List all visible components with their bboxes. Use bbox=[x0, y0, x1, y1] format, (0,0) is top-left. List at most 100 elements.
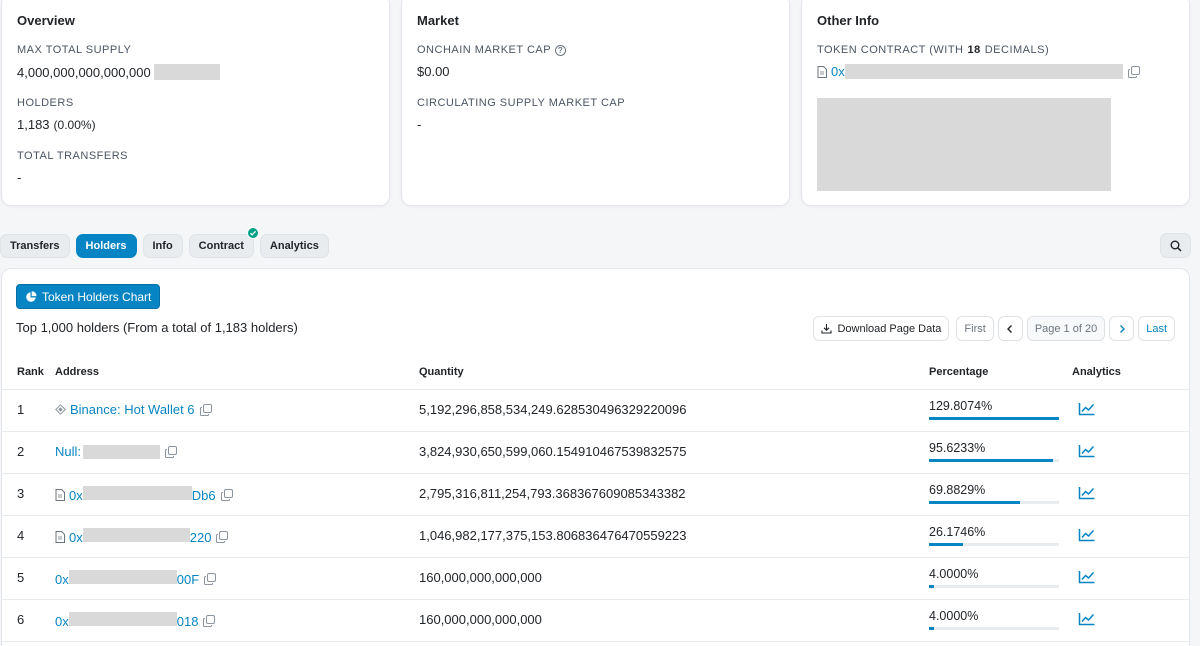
token-holders-chart-button[interactable]: Token Holders Chart bbox=[16, 284, 161, 309]
percentage-value: 69.8829% bbox=[929, 483, 986, 497]
analytics-cell bbox=[1078, 444, 1096, 458]
last-page-button[interactable]: Last bbox=[1138, 316, 1175, 341]
percentage-value: 129.8074% bbox=[929, 399, 993, 413]
exchange-icon bbox=[55, 404, 66, 415]
rank-cell: 1 bbox=[17, 402, 25, 417]
table-row: 3 0x Db6 2,795,316,811,254,793.3683676090… bbox=[2, 474, 1189, 516]
transfers-label: TOTAL TRANSFERS bbox=[17, 150, 129, 162]
address-prefix: 0x bbox=[55, 614, 69, 629]
max-supply-stat: MAX TOTAL SUPPLY 4,000,000,000,000,000 bbox=[17, 44, 220, 80]
chart-button-label: Token Holders Chart bbox=[42, 289, 152, 304]
search-button[interactable] bbox=[1160, 233, 1191, 258]
tab-info[interactable]: Info bbox=[142, 234, 183, 258]
table-row: 2 Null: 3,824,930,650,599,060.1549104675… bbox=[2, 432, 1189, 474]
address-cell: 0x Db6 bbox=[55, 486, 233, 503]
copy-icon[interactable] bbox=[203, 614, 216, 627]
copy-icon[interactable] bbox=[204, 572, 217, 585]
address-prefix: 0x bbox=[69, 488, 83, 503]
file-icon bbox=[817, 65, 827, 78]
address-link[interactable]: 0x Db6 bbox=[69, 486, 216, 503]
percentage-bar bbox=[929, 585, 1059, 588]
redacted-contract bbox=[844, 64, 1123, 79]
onchain-cap-value: $0.00 bbox=[417, 64, 450, 79]
redacted-address bbox=[68, 612, 177, 626]
max-supply-number: 4,000,000,000,000,000 bbox=[17, 64, 151, 80]
redacted-address bbox=[82, 486, 192, 500]
tab-transfers[interactable]: Transfers bbox=[0, 234, 70, 258]
percentage-value: 4.0000% bbox=[929, 609, 979, 623]
address-link[interactable]: Binance: Hot Wallet 6 bbox=[70, 402, 195, 417]
analytics-chart-icon[interactable] bbox=[1078, 612, 1096, 626]
next-page-button[interactable] bbox=[1109, 316, 1135, 341]
market-title: Market bbox=[417, 13, 459, 28]
address-link[interactable]: 0x 00F bbox=[55, 570, 199, 587]
token-contract-stat: TOKEN CONTRACT (WITH 18 DECIMALS) 0x bbox=[817, 44, 1140, 79]
holders-value: 1,183 (0.00%) bbox=[17, 117, 96, 132]
analytics-chart-icon[interactable] bbox=[1078, 570, 1096, 584]
token-contract-link[interactable]: 0x bbox=[831, 64, 845, 79]
table-row: 4 0x 220 1,046,982,177,375,153.8068364764… bbox=[2, 516, 1189, 558]
address-prefix: 0x bbox=[69, 530, 83, 545]
percentage-cell: 69.8829% bbox=[929, 478, 1059, 504]
copy-icon[interactable] bbox=[165, 445, 178, 458]
rank-cell: 4 bbox=[17, 528, 25, 543]
analytics-chart-icon[interactable] bbox=[1078, 486, 1096, 500]
address-cell: 0x 018 bbox=[55, 612, 216, 629]
analytics-cell bbox=[1078, 486, 1096, 500]
copy-icon[interactable] bbox=[220, 488, 233, 501]
quantity-cell: 2,795,316,811,254,793.368367609085343382 bbox=[419, 486, 686, 501]
rank-cell: 6 bbox=[17, 612, 25, 627]
holders-number: 1,183 bbox=[17, 117, 50, 132]
circ-cap-label: CIRCULATING SUPPLY MARKET CAP bbox=[417, 97, 626, 109]
chevron-right-icon bbox=[1119, 324, 1125, 333]
analytics-chart-icon[interactable] bbox=[1078, 528, 1096, 542]
overview-title: Overview bbox=[17, 13, 75, 28]
first-page-button[interactable]: First bbox=[956, 316, 994, 341]
address-link[interactable]: 0x 220 bbox=[69, 528, 211, 545]
percentage-bar-fill bbox=[929, 459, 1054, 462]
table-row: 5 0x 00F 160,000,000,000,000 4.0000% bbox=[2, 558, 1189, 600]
copy-icon[interactable] bbox=[216, 530, 229, 543]
question-icon[interactable]: ? bbox=[555, 44, 567, 56]
percentage-bar bbox=[929, 501, 1059, 504]
percentage-bar-fill bbox=[929, 543, 964, 546]
rank-cell: 3 bbox=[17, 486, 25, 501]
tab-holders[interactable]: Holders bbox=[75, 234, 137, 258]
download-page-data-button[interactable]: Download Page Data bbox=[813, 316, 950, 341]
table-row: 6 0x 018 160,000,000,000,000 4.0000% bbox=[2, 600, 1189, 642]
file-icon bbox=[55, 530, 65, 543]
max-supply-label: MAX TOTAL SUPPLY bbox=[17, 44, 132, 56]
address-suffix: Db6 bbox=[191, 488, 216, 503]
token-tabs: Transfers Holders Info Contract Analytic… bbox=[0, 227, 329, 258]
search-icon bbox=[1170, 240, 1182, 252]
tab-analytics[interactable]: Analytics bbox=[259, 234, 329, 258]
rank-cell: 5 bbox=[17, 570, 25, 585]
prev-page-button[interactable] bbox=[997, 316, 1023, 341]
percentage-bar bbox=[929, 459, 1059, 462]
percentage-value: 26.1746% bbox=[929, 525, 986, 539]
onchain-cap-stat: ONCHAIN MARKET CAP ? $0.00 bbox=[417, 44, 567, 79]
percentage-bar bbox=[929, 627, 1059, 630]
address-link[interactable]: 0x 018 bbox=[55, 612, 198, 629]
holders-stat: HOLDERS 1,183 (0.00%) bbox=[17, 97, 96, 132]
page-indicator: Page 1 of 20 bbox=[1026, 316, 1106, 341]
overview-card: Overview MAX TOTAL SUPPLY 4,000,000,000,… bbox=[1, 0, 390, 206]
analytics-chart-icon[interactable] bbox=[1078, 402, 1096, 416]
token-cards: Overview MAX TOTAL SUPPLY 4,000,000,000,… bbox=[0, 0, 1200, 206]
address-cell: Binance: Hot Wallet 6 bbox=[55, 402, 212, 417]
percentage-bar bbox=[929, 543, 1059, 546]
percentage-bar-fill bbox=[929, 627, 935, 630]
address-link[interactable]: Null: bbox=[55, 444, 81, 459]
analytics-chart-icon[interactable] bbox=[1078, 444, 1096, 458]
header-rank: Rank bbox=[17, 366, 44, 378]
redacted-address bbox=[68, 570, 177, 584]
holders-panel: Token Holders Chart Top 1,000 holders (F… bbox=[1, 268, 1190, 646]
percentage-cell: 4.0000% bbox=[929, 604, 1059, 630]
copy-icon[interactable] bbox=[1127, 65, 1140, 78]
onchain-cap-label-text: ONCHAIN MARKET CAP bbox=[417, 44, 552, 56]
holders-label: HOLDERS bbox=[17, 97, 74, 109]
rank-cell: 2 bbox=[17, 444, 25, 459]
copy-icon[interactable] bbox=[199, 403, 212, 416]
holders-change: (0.00%) bbox=[53, 117, 96, 132]
tab-contract[interactable]: Contract bbox=[188, 227, 259, 258]
